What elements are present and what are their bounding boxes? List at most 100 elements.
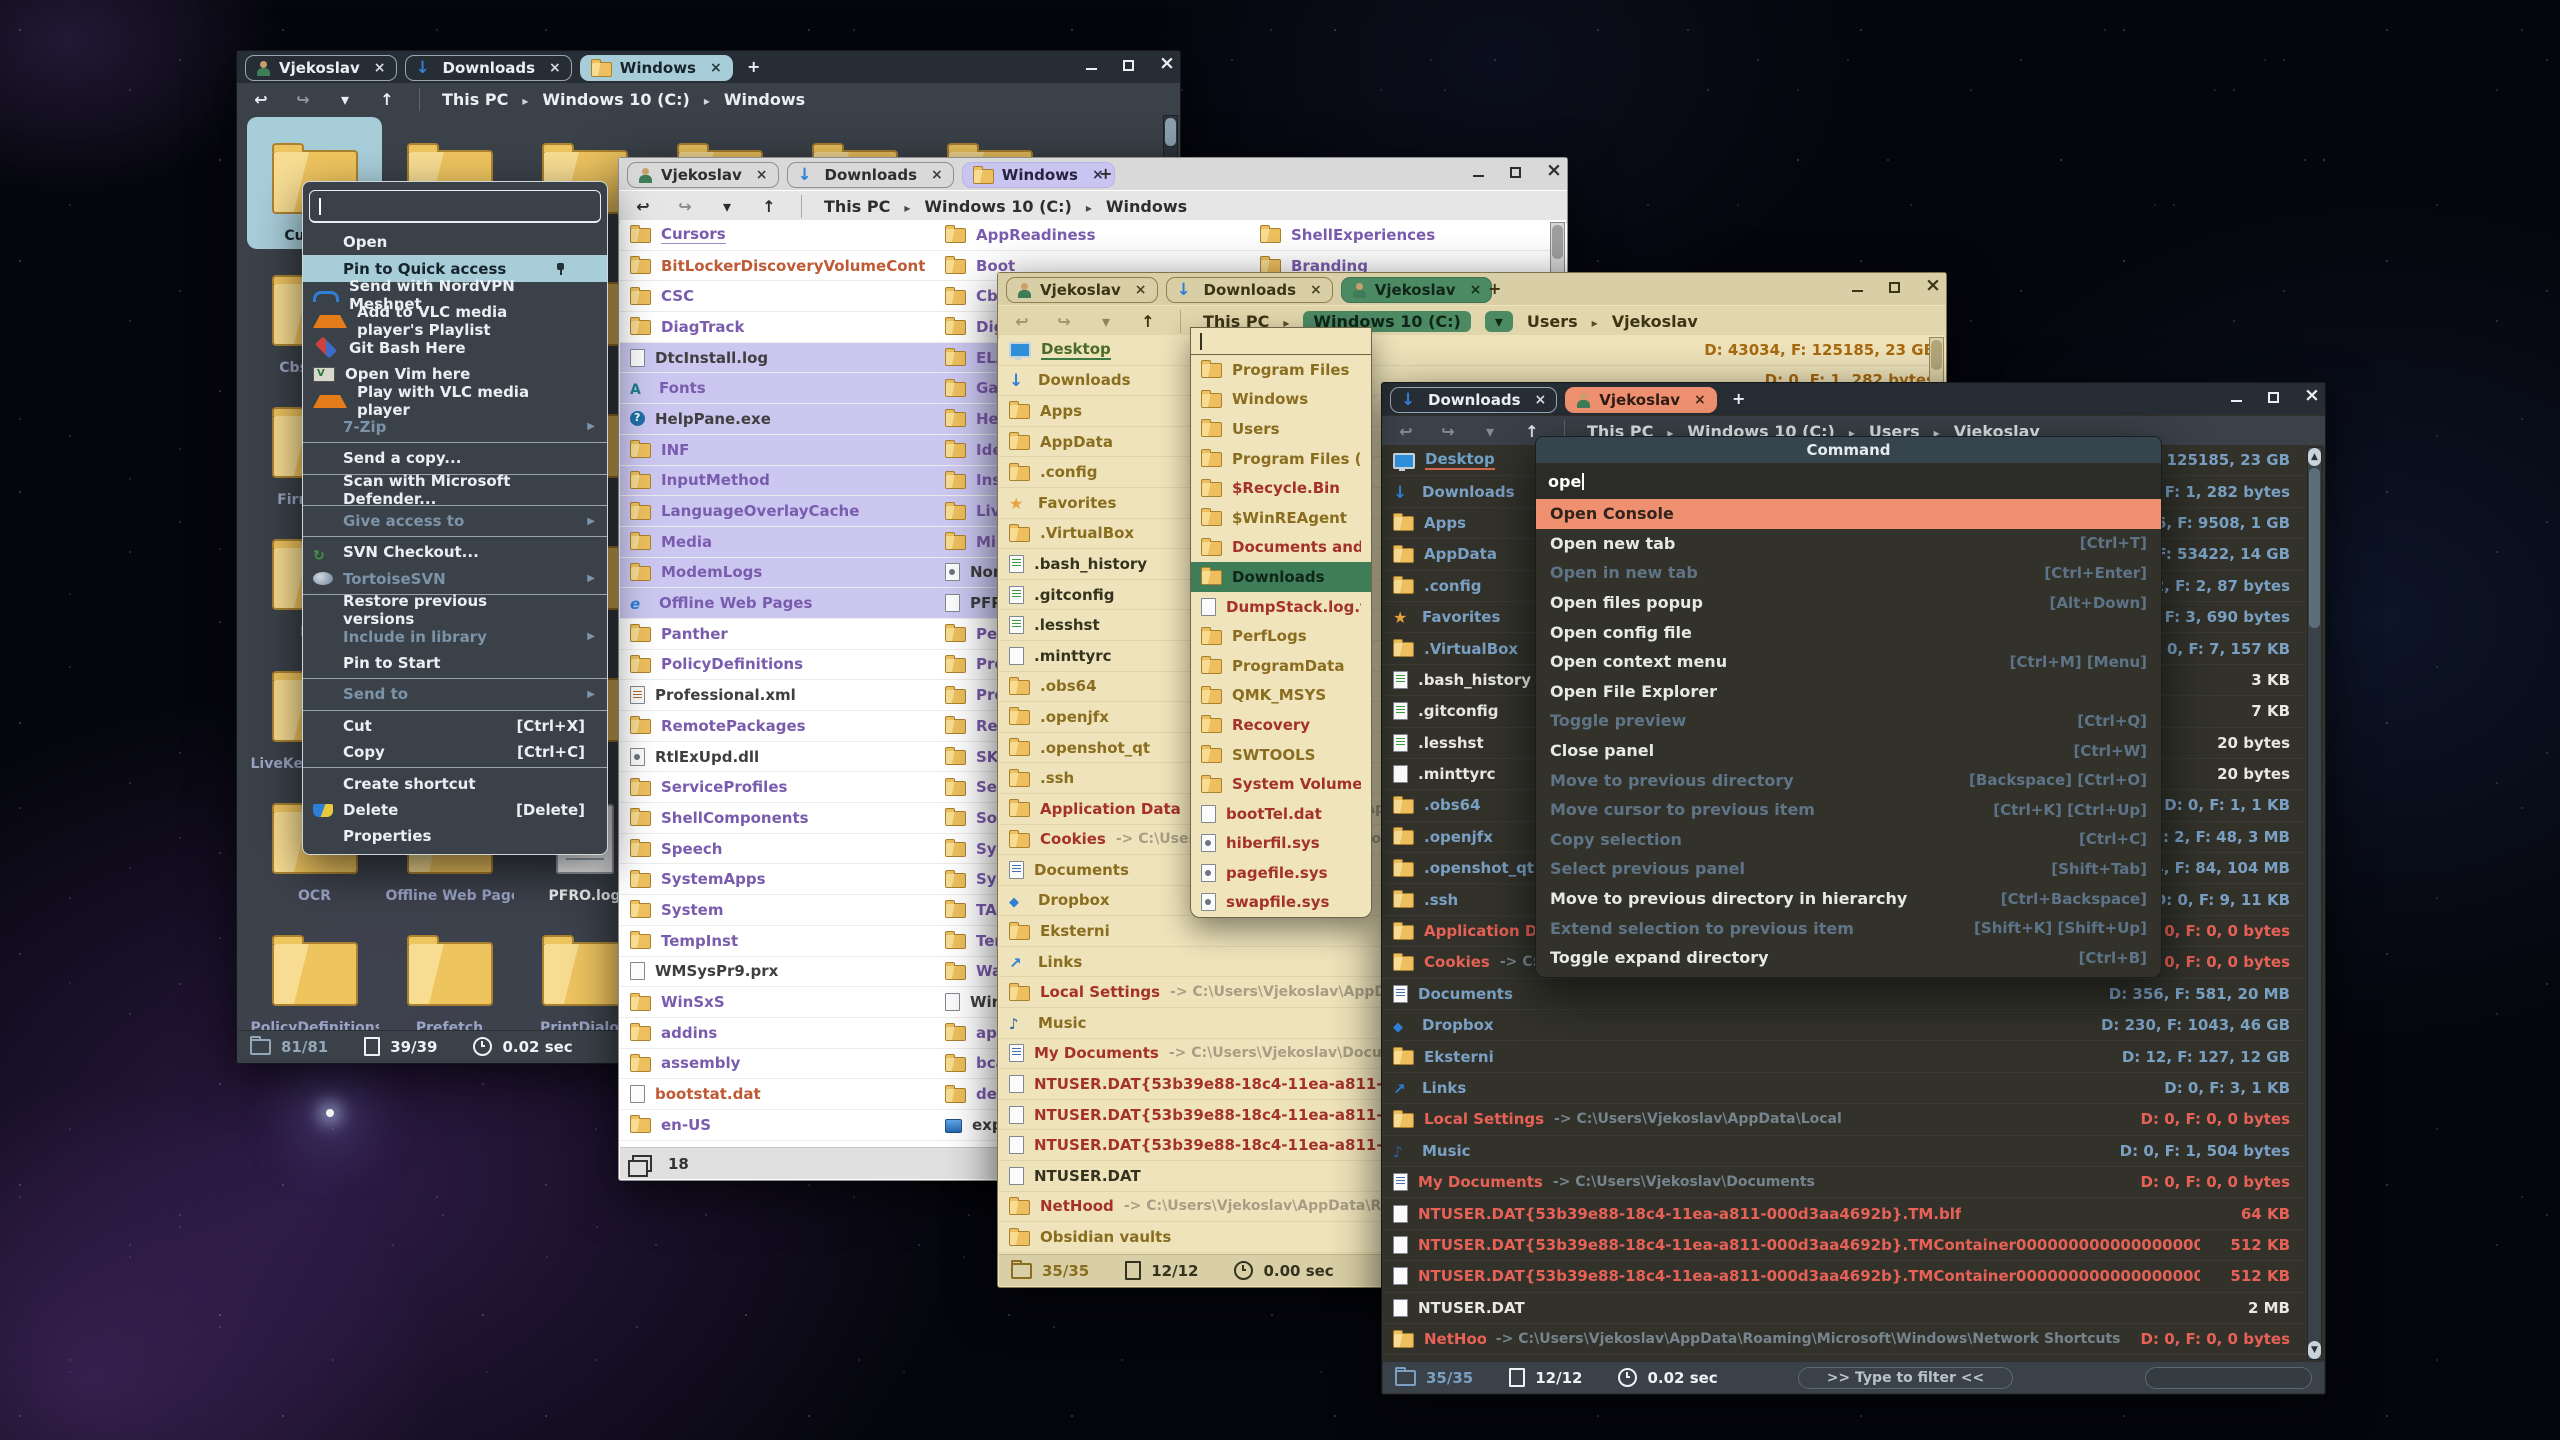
menu-item[interactable]: Copy [Ctrl+C] bbox=[303, 739, 607, 765]
file-row[interactable]: HelpPane.exe bbox=[620, 404, 935, 435]
menu-item[interactable]: Give access to ▶ bbox=[303, 508, 607, 534]
file-row[interactable]: CSC bbox=[620, 281, 935, 312]
file-row[interactable]: NetHood -> C:\Users\Vjekoslav\AppData\Ro… bbox=[1383, 1324, 2324, 1355]
vertical-scrollbar[interactable]: ▲ ▼ bbox=[2307, 447, 2322, 1360]
tab[interactable]: Windows bbox=[962, 162, 1115, 188]
file-row[interactable]: TempInst bbox=[620, 926, 935, 957]
tab-close-icon[interactable] bbox=[374, 60, 386, 76]
maximize-icon[interactable] bbox=[1509, 166, 1522, 179]
dropdown-item[interactable]: DumpStack.log.tmp bbox=[1191, 592, 1371, 622]
tab-close-icon[interactable] bbox=[1135, 282, 1147, 298]
palette-command[interactable]: Select previous panel [Shift+Tab] bbox=[1536, 854, 2161, 884]
breadcrumb-item[interactable]: Windows bbox=[724, 90, 805, 109]
palette-command[interactable]: Open config file bbox=[1536, 617, 2161, 647]
file-row[interactable]: WMSysPr9.prx bbox=[620, 957, 935, 988]
file-row[interactable]: ServiceProfiles bbox=[620, 772, 935, 803]
file-row[interactable]: Cursors bbox=[620, 220, 935, 251]
file-row[interactable]: WinSxS bbox=[620, 987, 935, 1018]
dropdown-filter-input[interactable] bbox=[1191, 328, 1371, 355]
menu-item[interactable]: Restore previous versions bbox=[303, 597, 607, 623]
vertical-scrollbar[interactable] bbox=[1929, 337, 1944, 385]
back-icon[interactable]: ↩ bbox=[251, 90, 271, 109]
new-tab-button[interactable]: + bbox=[1732, 389, 1745, 408]
file-row[interactable]: Local Settings -> C:\Users\Vjekoslav\App… bbox=[1383, 1104, 2324, 1135]
file-row[interactable]: ShellComponents bbox=[620, 803, 935, 834]
vertical-scrollbar[interactable] bbox=[1163, 115, 1178, 163]
minimize-icon[interactable] bbox=[2230, 391, 2243, 404]
menu-item[interactable] bbox=[303, 767, 607, 768]
file-row[interactable]: en-US bbox=[620, 1110, 935, 1141]
maximize-icon[interactable] bbox=[2267, 391, 2280, 404]
forward-icon[interactable]: ↪ bbox=[1054, 312, 1074, 331]
dropdown-item[interactable]: $WinREAgent bbox=[1191, 503, 1371, 533]
maximize-icon[interactable] bbox=[1122, 59, 1135, 72]
forward-icon[interactable]: ↪ bbox=[1438, 422, 1458, 441]
file-row[interactable]: My Documents -> C:\Users\Vjekoslav\Docum… bbox=[1383, 1167, 2324, 1198]
tab[interactable]: Vjekoslav bbox=[1341, 277, 1493, 303]
file-row[interactable]: System bbox=[620, 895, 935, 926]
filter-input[interactable] bbox=[2145, 1367, 2312, 1389]
tab-close-icon[interactable] bbox=[710, 60, 722, 76]
history-dropdown-icon[interactable]: ▾ bbox=[335, 90, 355, 109]
up-icon[interactable]: ↑ bbox=[759, 197, 779, 216]
file-row[interactable]: DiagTrack bbox=[620, 312, 935, 343]
palette-command[interactable]: Move to previous directory [Backspace] [… bbox=[1536, 765, 2161, 795]
menu-item[interactable]: Include in library ▶ bbox=[303, 623, 607, 649]
breadcrumb-item[interactable]: ▾ bbox=[1485, 311, 1513, 332]
menu-item[interactable]: Properties bbox=[303, 823, 607, 849]
scrollbar-thumb[interactable] bbox=[2309, 468, 2320, 628]
file-row[interactable]: addins bbox=[620, 1018, 935, 1049]
palette-command[interactable]: Open files popup [Alt+Down] bbox=[1536, 588, 2161, 618]
grid-item[interactable]: Prefetch bbox=[382, 909, 517, 1031]
forward-icon[interactable]: ↪ bbox=[675, 197, 695, 216]
dropdown-item[interactable]: Windows bbox=[1191, 385, 1371, 415]
tab-close-icon[interactable] bbox=[1310, 282, 1322, 298]
dropdown-item[interactable]: bootTel.dat bbox=[1191, 799, 1371, 829]
file-row[interactable]: Desktop D: 43034, F: 125185, 23 GB bbox=[999, 335, 1945, 366]
file-row[interactable]: bootstat.dat bbox=[620, 1079, 935, 1110]
scroll-down-icon[interactable]: ▼ bbox=[2308, 1341, 2321, 1359]
palette-command[interactable]: Open new tab [Ctrl+T] bbox=[1536, 529, 2161, 559]
minimize-icon[interactable] bbox=[1085, 59, 1098, 72]
breadcrumb-item[interactable]: Windows 10 (C:) bbox=[542, 90, 709, 109]
dropdown-item[interactable]: QMK_MSYS bbox=[1191, 681, 1371, 711]
menu-item[interactable]: Send a copy... bbox=[303, 445, 607, 471]
file-row[interactable]: Links D: 0, F: 3, 1 KB bbox=[1383, 1073, 2324, 1104]
breadcrumb-item[interactable]: This PC bbox=[824, 197, 910, 216]
dropdown-item[interactable]: Downloads bbox=[1191, 562, 1371, 592]
tab[interactable]: Windows bbox=[580, 55, 733, 81]
grid-item[interactable]: PolicyDefinitions bbox=[247, 909, 382, 1031]
menu-item[interactable]: SVN Checkout... bbox=[303, 539, 607, 565]
menu-item[interactable]: Open bbox=[303, 229, 607, 255]
menu-filter-input[interactable] bbox=[309, 190, 601, 223]
dropdown-item[interactable]: pagefile.sys bbox=[1191, 858, 1371, 888]
file-row[interactable]: DtcInstall.log bbox=[620, 343, 935, 374]
tab[interactable]: Downloads bbox=[1390, 387, 1557, 413]
new-tab-button[interactable]: + bbox=[1488, 279, 1501, 298]
menu-item[interactable]: Delete [Delete] bbox=[303, 797, 607, 823]
file-row[interactable]: Fonts bbox=[620, 373, 935, 404]
dropdown-item[interactable]: Program Files (x86) bbox=[1191, 444, 1371, 474]
back-icon[interactable]: ↩ bbox=[1012, 312, 1032, 331]
dropdown-item[interactable]: $Recycle.Bin bbox=[1191, 473, 1371, 503]
palette-command[interactable]: Copy selection [Ctrl+C] bbox=[1536, 825, 2161, 855]
menu-item[interactable] bbox=[303, 442, 607, 443]
file-row[interactable]: ModemLogs bbox=[620, 558, 935, 589]
file-row[interactable]: BitLockerDiscoveryVolumeContents bbox=[620, 251, 935, 282]
menu-item[interactable]: Send to ▶ bbox=[303, 681, 607, 707]
file-row[interactable]: RemotePackages bbox=[620, 711, 935, 742]
file-row[interactable]: AppReadiness bbox=[935, 220, 1250, 251]
file-row[interactable]: Panther bbox=[620, 619, 935, 650]
palette-command[interactable]: Toggle preview [Ctrl+Q] bbox=[1536, 706, 2161, 736]
back-icon[interactable]: ↩ bbox=[1396, 422, 1416, 441]
file-row[interactable]: Offline Web Pages bbox=[620, 588, 935, 619]
palette-command[interactable]: Open Console bbox=[1536, 499, 2161, 529]
close-icon[interactable] bbox=[2304, 391, 2317, 404]
tab[interactable]: Downloads bbox=[787, 162, 954, 188]
file-row[interactable]: Dropbox D: 230, F: 1043, 46 GB bbox=[1383, 1010, 2324, 1041]
dropdown-item[interactable]: swapfile.sys bbox=[1191, 888, 1371, 918]
dropdown-item[interactable]: Documents and Settings bbox=[1191, 533, 1371, 563]
menu-item[interactable]: Pin to Start bbox=[303, 650, 607, 676]
file-row[interactable]: InputMethod bbox=[620, 466, 935, 497]
tab[interactable]: Downloads bbox=[1166, 277, 1333, 303]
